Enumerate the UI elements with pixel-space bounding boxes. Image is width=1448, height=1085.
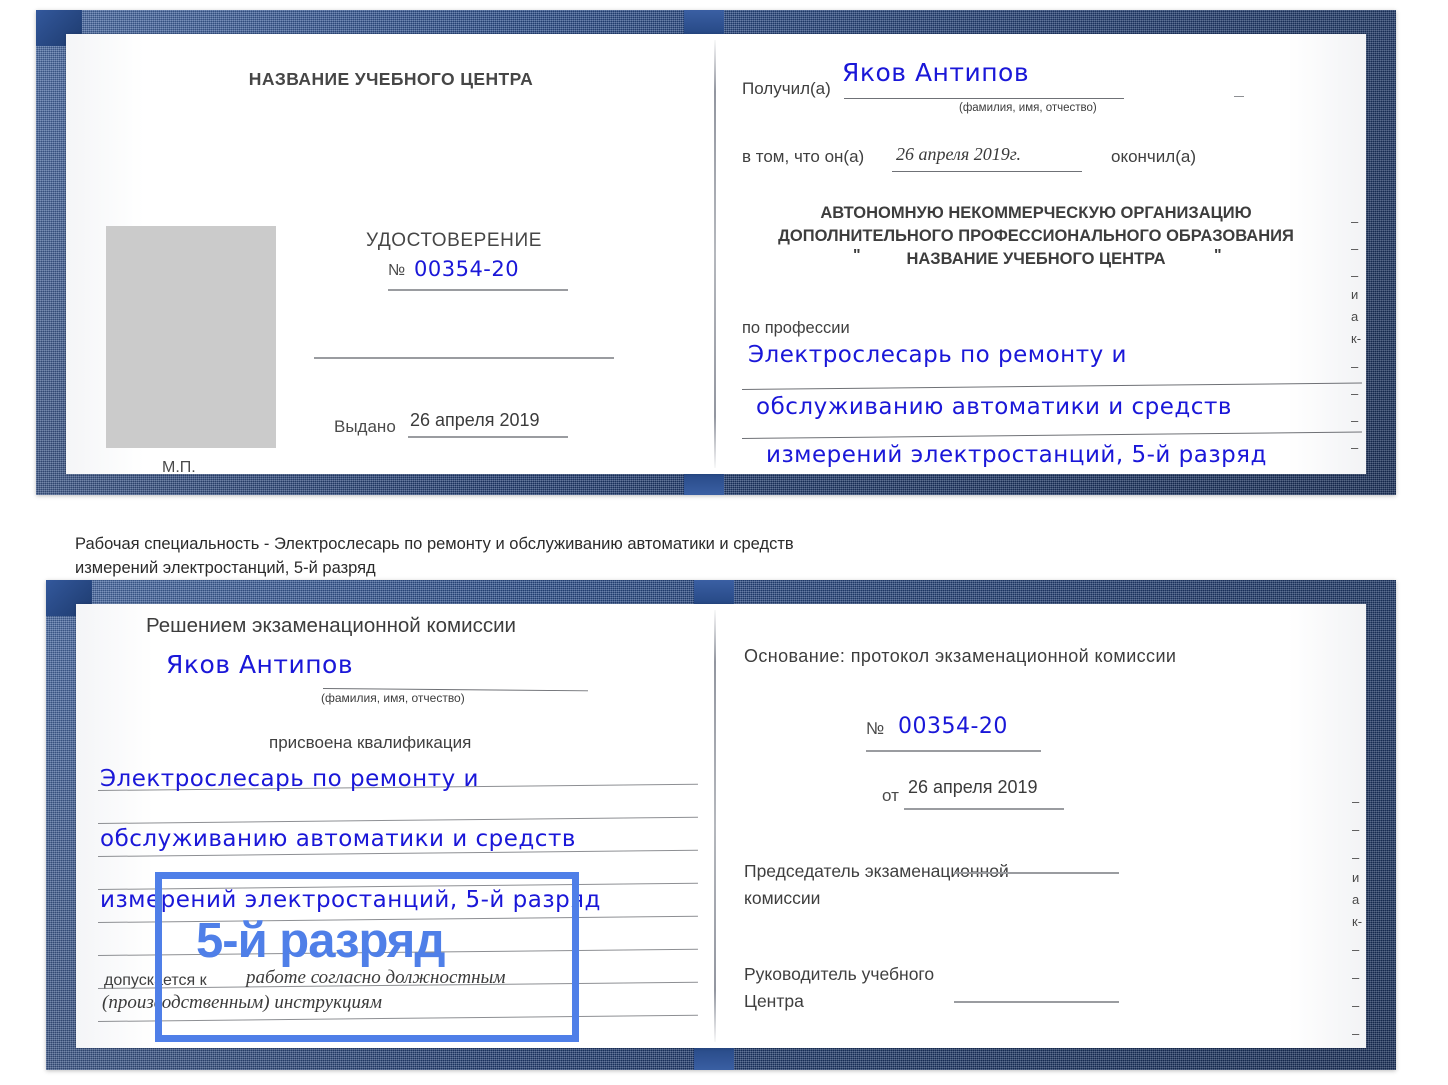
top-edge-dash-2: – (1351, 241, 1359, 256)
top-right-profession-line1: Электрослесарь по ремонту и (748, 342, 1127, 368)
bottom-edge-dash-5: – (1352, 970, 1360, 985)
bottom-right-date-value: 26 апреля 2019 (908, 777, 1038, 797)
bottom-right-date-rule (904, 808, 1064, 810)
top-left-number-value: 00354-20 (414, 257, 520, 281)
top-edge-dash-5: – (1351, 386, 1359, 401)
bottom-edge-frag-a: а (1352, 892, 1360, 907)
top-left-blank-rule (314, 357, 614, 359)
top-edge-frag-a: а (1351, 309, 1359, 324)
bottom-edge-frag-i: и (1352, 870, 1360, 885)
top-right-received-dash (1234, 96, 1244, 97)
bottom-left-fio-hint: (фамилия, имя, отчество) (321, 691, 465, 705)
bottom-right-number-value: 00354-20 (898, 714, 1008, 739)
bottom-edge-dash-3: – (1352, 850, 1360, 865)
top-left-number-label: № (388, 262, 406, 279)
certificate-top-pages: НАЗВАНИЕ УЧЕБНОГО ЦЕНТРА М.П. УДОСТОВЕРЕ… (66, 34, 1366, 476)
page-spine-crease-2 (714, 610, 716, 1042)
top-edge-dash-4: – (1351, 359, 1359, 374)
top-left-number-rule (388, 289, 568, 291)
caption-line-2: измерений электростанций, 5-й разряд (75, 558, 376, 577)
top-right-inthat-value: 26 апреля 2019г. (896, 144, 1022, 164)
bottom-right-number-label: № (866, 719, 885, 738)
highlight-callout-label: 5-й разряд (196, 914, 445, 968)
bottom-right-number-rule (866, 750, 1041, 752)
top-edge-dash-7: – (1351, 440, 1359, 455)
top-edge-dash-3: – (1351, 268, 1359, 283)
top-left-title: УДОСТОВЕРЕНИЕ (366, 230, 543, 251)
top-right-inthat-rule (892, 171, 1082, 172)
photo-placeholder (106, 226, 276, 448)
top-right-received-rule (844, 98, 1124, 99)
top-right-received-value: Яков Антипов (842, 58, 1030, 87)
bottom-right-head-line1: Руководитель учебного (744, 964, 935, 984)
top-left-issued-rule (408, 436, 568, 438)
top-right-finished-label: окончил(а) (1111, 147, 1196, 166)
bottom-edge-dash-2: – (1352, 822, 1360, 837)
bottom-left-qual-line2: обслуживанию автоматики и средств (100, 826, 576, 852)
top-right-fio-hint: (фамилия, имя, отчество) (959, 102, 1097, 114)
top-right-org-line1: АВТОНОМНУЮ НЕКОММЕРЧЕСКУЮ ОРГАНИЗАЦИЮ (820, 204, 1252, 222)
seal-label: М.П. (162, 459, 196, 476)
top-right-received-label: Получил(а) (742, 79, 831, 98)
top-right-profession-line2: обслуживанию автоматики и средств (756, 394, 1232, 420)
top-right-org-quote-close: " (1214, 247, 1222, 264)
top-edge-frag-k: к- (1351, 331, 1362, 346)
top-edge-dash-1: – (1351, 214, 1359, 229)
bottom-edge-frag-k: к- (1352, 914, 1363, 929)
top-right-profession-line3: измерений электростанций, 5-й разряд (766, 442, 1267, 468)
top-edge-dash-6: – (1351, 413, 1359, 428)
top-right-org-line2: ДОПОЛНИТЕЛЬНОГО ПРОФЕССИОНАЛЬНОГО ОБРАЗО… (778, 227, 1294, 245)
bottom-edge-dash-4: – (1352, 942, 1360, 957)
bottom-right-head-line2: Центра (744, 991, 804, 1011)
top-right-profession-label: по профессии (742, 319, 850, 337)
top-right-inthat-label: в том, что он(а) (742, 147, 865, 166)
top-left-issued-value: 26 апреля 2019 (410, 410, 540, 430)
page-caption: Рабочая специальность - Электрослесарь п… (75, 533, 1085, 581)
screenshot-root: НАЗВАНИЕ УЧЕБНОГО ЦЕНТРА М.П. УДОСТОВЕРЕ… (0, 0, 1448, 1085)
bottom-right-basis-label: Основание: протокол экзаменационной коми… (744, 646, 1177, 666)
bottom-edge-dash-1: – (1352, 794, 1360, 809)
bottom-left-qualification-label: присвоена квалификация (269, 733, 472, 752)
top-left-issued-label: Выдано (334, 417, 396, 436)
bottom-left-header: Решением экзаменационной комиссии (146, 614, 516, 637)
bottom-right-chairman-line2: комиссии (744, 888, 821, 908)
bottom-edge-dash-6: – (1352, 998, 1360, 1013)
bottom-right-chairman-signature-rule (954, 872, 1119, 874)
bottom-left-qual-line1: Электрослесарь по ремонту и (100, 766, 479, 792)
bottom-right-date-label: от (882, 786, 899, 805)
bottom-left-name-value: Яков Антипов (166, 650, 354, 679)
top-left-header: НАЗВАНИЕ УЧЕБНОГО ЦЕНТРА (248, 69, 534, 89)
top-edge-frag-i: и (1351, 287, 1359, 302)
bottom-right-head-signature-rule (954, 1001, 1119, 1003)
top-right-org-name: НАЗВАНИЕ УЧЕБНОГО ЦЕНТРА (906, 250, 1166, 268)
caption-line-1: Рабочая специальность - Электрослесарь п… (75, 535, 794, 553)
bottom-edge-dash-7: – (1352, 1026, 1360, 1041)
